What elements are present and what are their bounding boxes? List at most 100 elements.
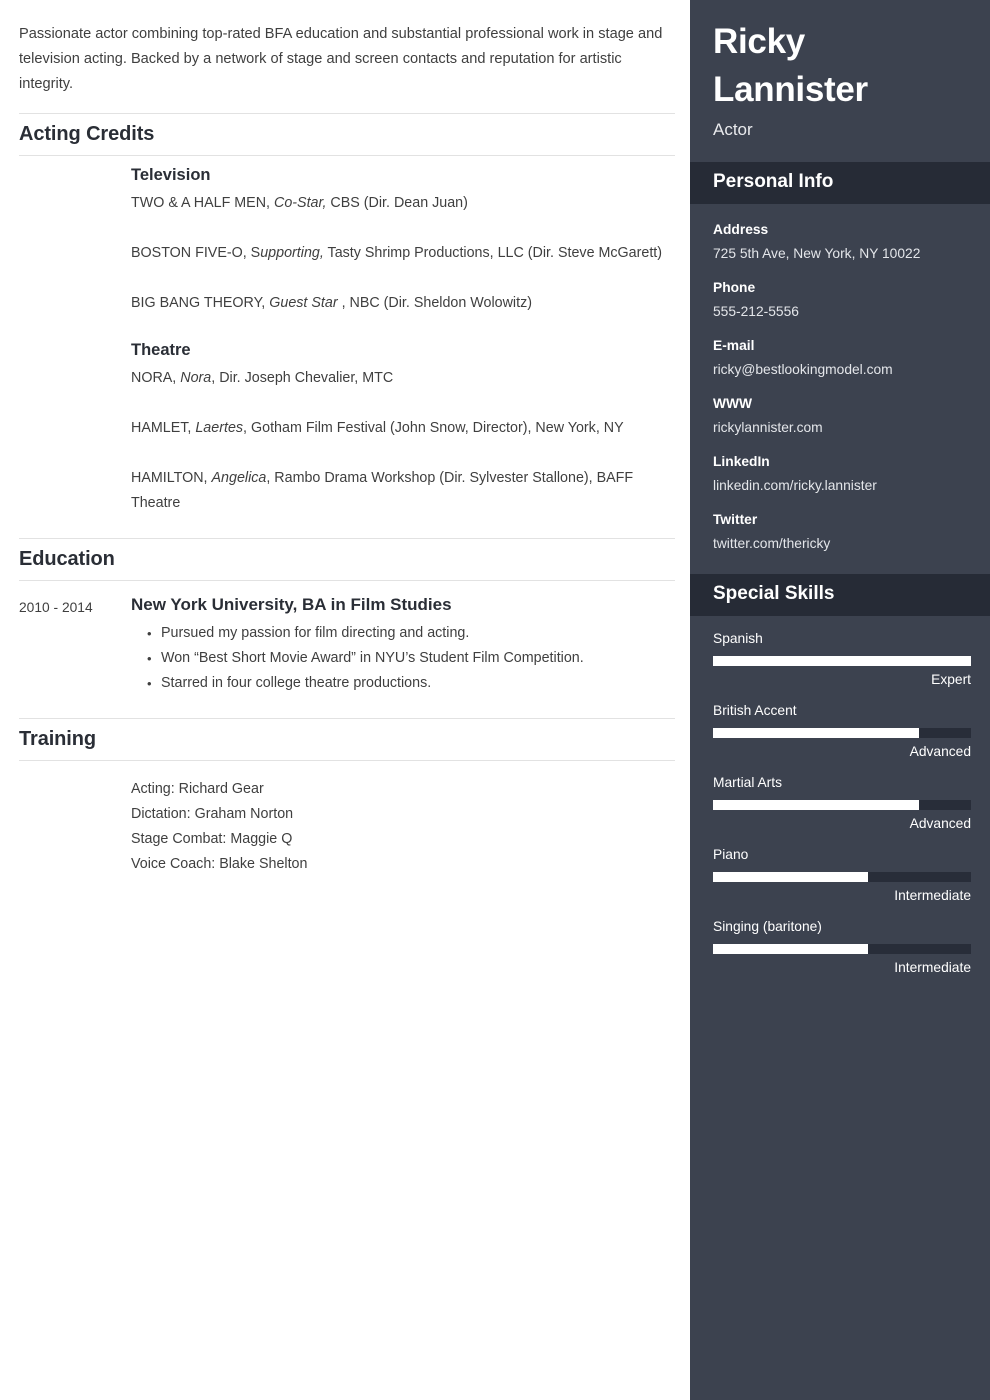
- skill-level: Intermediate: [894, 960, 971, 975]
- credit-role: Nora: [180, 370, 212, 386]
- training-line: Dictation: Graham Norton: [131, 806, 294, 822]
- credit-role: Angelica: [211, 470, 267, 486]
- credit-rest: CBS (Dir. Dean Juan): [326, 195, 468, 211]
- info-label: LinkedIn: [713, 454, 770, 469]
- personal-info-www: WWW rickylannister.com: [713, 394, 971, 440]
- candidate-role: Actor: [713, 120, 753, 139]
- info-value[interactable]: rickylannister.com: [713, 416, 971, 440]
- section-title-education: Education: [19, 548, 115, 570]
- education-bullet-list: Pursued my passion for film directing an…: [131, 621, 676, 696]
- skill-progress-track: [713, 728, 971, 738]
- sidebar-title-special-skills: Special Skills: [713, 583, 835, 604]
- skill-progress-track: [713, 800, 971, 810]
- credit-role: Co-Star,: [270, 195, 327, 211]
- info-value[interactable]: linkedin.com/ricky.lannister: [713, 474, 971, 498]
- section-training: Training Acting: Richard Gear Dictation:…: [19, 718, 676, 877]
- credit-line: BOSTON FIVE-O, Supporting, Tasty Shrimp …: [131, 241, 676, 266]
- credit-show: BOSTON FIVE-O, S: [131, 245, 261, 261]
- credit-show: TWO & A HALF MEN,: [131, 195, 271, 211]
- skill-progress-fill: [713, 872, 868, 882]
- list-item: Pursued my passion for film directing an…: [147, 621, 676, 646]
- skill-progress-fill: [713, 944, 868, 954]
- info-value: 555-212-5556: [713, 304, 799, 319]
- info-value[interactable]: ricky@bestlookingmodel.com: [713, 358, 971, 382]
- subsection-title-television: Television: [131, 166, 211, 184]
- professional-summary: Passionate actor combining top-rated BFA…: [19, 26, 663, 92]
- credit-show: BIG BANG THEORY,: [131, 295, 270, 311]
- credit-line: HAMILTON, Angelica, Rambo Drama Workshop…: [131, 466, 676, 516]
- credit-rest: , Gotham Film Festival (John Snow, Direc…: [243, 420, 624, 436]
- personal-info-email: E-mail ricky@bestlookingmodel.com: [713, 336, 971, 382]
- info-label: E-mail: [713, 338, 755, 353]
- credit-rest: , NBC (Dir. Sheldon Wolowitz): [337, 295, 532, 311]
- info-value[interactable]: twitter.com/thericky: [713, 532, 971, 556]
- skill-item: Martial Arts Advanced: [713, 774, 971, 833]
- skill-level: Intermediate: [894, 888, 971, 903]
- skill-item: Spanish Expert: [713, 630, 971, 689]
- info-value: 725 5th Ave, New York, NY 10022: [713, 246, 921, 261]
- credit-line: NORA, Nora, Dir. Joseph Chevalier, MTC: [131, 366, 676, 391]
- skill-name: Martial Arts: [713, 775, 782, 790]
- skill-item: Piano Intermediate: [713, 846, 971, 905]
- skill-progress-fill: [713, 656, 971, 666]
- sidebar-header-special-skills: Special Skills: [690, 574, 990, 616]
- credit-line: HAMLET, Laertes, Gotham Film Festival (J…: [131, 416, 676, 441]
- skill-progress-fill: [713, 728, 920, 738]
- skill-progress-track: [713, 872, 971, 882]
- sidebar-title-personal-info: Personal Info: [713, 171, 834, 192]
- info-label: Twitter: [713, 512, 758, 527]
- list-item: Starred in four college theatre producti…: [147, 671, 676, 696]
- training-entry: Acting: Richard Gear Dictation: Graham N…: [19, 761, 676, 877]
- info-label: Address: [713, 222, 769, 237]
- skills-list: Spanish Expert British Accent Advanced M…: [690, 616, 990, 977]
- credit-rest: Tasty Shrimp Productions, LLC (Dir. Stev…: [323, 245, 663, 261]
- section-acting-credits: Acting Credits Television TWO & A HALF M…: [19, 113, 676, 516]
- skill-progress-track: [713, 944, 971, 954]
- education-entry: 2010 - 2014 New York University, BA in F…: [19, 581, 676, 696]
- skill-progress-fill: [713, 800, 920, 810]
- credit-show: NORA,: [131, 370, 181, 386]
- resume-page: Passionate actor combining top-rated BFA…: [0, 0, 990, 1400]
- skill-level: Advanced: [909, 744, 971, 759]
- training-body: Acting: Richard Gear Dictation: Graham N…: [131, 777, 676, 877]
- personal-info-address: Address 725 5th Ave, New York, NY 10022: [713, 220, 971, 266]
- credit-show: HAMLET,: [131, 420, 196, 436]
- training-line: Acting: Richard Gear: [131, 781, 264, 797]
- credit-role: Guest Star: [269, 295, 338, 311]
- acting-credits-body: Television TWO & A HALF MEN, Co-Star, CB…: [131, 166, 676, 516]
- section-header-training: Training: [19, 718, 675, 761]
- sidebar: Ricky Lannister Actor Personal Info Addr…: [690, 0, 990, 1400]
- section-education: Education 2010 - 2014 New York Universit…: [19, 538, 676, 696]
- info-label: Phone: [713, 280, 756, 295]
- skill-level: Advanced: [909, 816, 971, 831]
- training-line: Voice Coach: Blake Shelton: [131, 856, 308, 872]
- credit-rest: , Dir. Joseph Chevalier, MTC: [211, 370, 394, 386]
- main-column: Passionate actor combining top-rated BFA…: [0, 0, 690, 1400]
- skill-name: Spanish: [713, 631, 763, 646]
- candidate-name: Ricky Lannister: [713, 22, 868, 109]
- personal-info-linkedin: LinkedIn linkedin.com/ricky.lannister: [713, 452, 971, 498]
- credit-line: TWO & A HALF MEN, Co-Star, CBS (Dir. Dea…: [131, 191, 676, 216]
- credit-show: HAMILTON,: [131, 470, 212, 486]
- personal-info-twitter: Twitter twitter.com/thericky: [713, 510, 971, 556]
- education-date: 2010 - 2014: [19, 600, 93, 615]
- education-degree: New York University, BA in Film Studies: [131, 595, 452, 614]
- list-item: Won “Best Short Movie Award” in NYU’s St…: [147, 646, 676, 671]
- acting-credits-entry: Television TWO & A HALF MEN, Co-Star, CB…: [19, 156, 676, 516]
- sidebar-identity-block: Ricky Lannister Actor: [690, 0, 990, 162]
- section-title-acting-credits: Acting Credits: [19, 123, 155, 145]
- credit-role: upporting,: [260, 245, 324, 261]
- training-line: Stage Combat: Maggie Q: [131, 831, 293, 847]
- credit-line: BIG BANG THEORY, Guest Star , NBC (Dir. …: [131, 291, 676, 316]
- skill-progress-track: [713, 656, 971, 666]
- skill-item: Singing (baritone) Intermediate: [713, 918, 971, 977]
- education-body: New York University, BA in Film Studies …: [131, 595, 676, 696]
- skill-level: Expert: [931, 672, 971, 687]
- skill-item: British Accent Advanced: [713, 702, 971, 761]
- skill-name: Piano: [713, 847, 749, 862]
- section-header-acting-credits: Acting Credits: [19, 113, 675, 156]
- info-label: WWW: [713, 396, 753, 411]
- skill-name: British Accent: [713, 703, 797, 718]
- section-title-training: Training: [19, 728, 96, 750]
- credit-role: Laertes: [195, 420, 244, 436]
